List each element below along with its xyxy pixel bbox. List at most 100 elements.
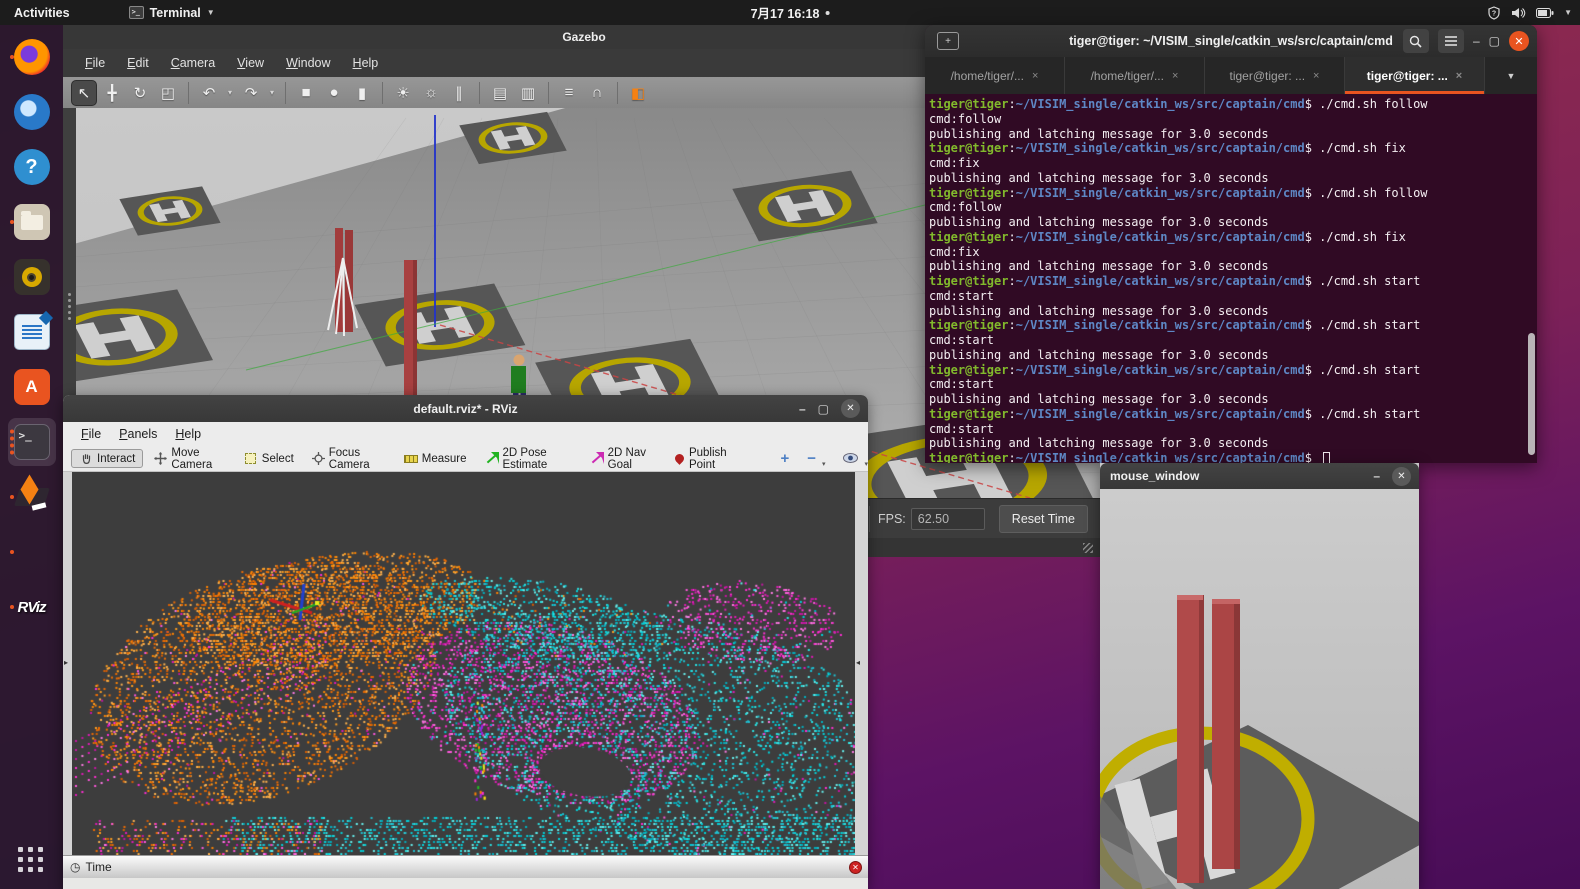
activities-button[interactable]: Activities — [0, 0, 84, 25]
dock-item-thunderbird[interactable] — [8, 88, 56, 136]
rviz-left-panel-collapse[interactable]: ▸ — [63, 472, 72, 855]
close-button[interactable]: ✕ — [841, 399, 860, 418]
reset-time-button[interactable]: Reset Time — [999, 505, 1088, 533]
terminal-cursor — [1323, 452, 1330, 463]
terminal-line: publishing and latching message for 3.0 … — [929, 215, 1537, 230]
tool-focus-camera[interactable]: Focus Camera — [305, 445, 393, 473]
terminal-tab-2[interactable]: /home/tiger/...× — [1065, 57, 1205, 94]
minimize-button[interactable]: – — [1473, 35, 1480, 47]
rviz-3d-viewport[interactable] — [72, 472, 855, 855]
camera-view-icon[interactable] — [843, 450, 858, 467]
clock[interactable]: 7月17 16:18 — [751, 3, 830, 22]
rhythmbox-icon — [14, 259, 50, 295]
tool-2d-nav-goal[interactable]: 2D Nav Goal — [583, 445, 663, 473]
close-button[interactable]: ✕ — [1392, 467, 1411, 486]
terminal-line: publishing and latching message for 3.0 … — [929, 348, 1537, 363]
fps-field[interactable]: 62.50 — [911, 508, 985, 530]
dock-item-ubuntu-software[interactable]: A — [8, 363, 56, 411]
cursor-tool-icon[interactable]: ↖ — [71, 80, 97, 106]
directional-tool-icon[interactable]: ∥ — [446, 80, 472, 106]
tool-label: Focus Camera — [329, 447, 386, 471]
rviz-time-panel-header[interactable]: ◷ Time ✕ — [63, 855, 868, 878]
tab-list-dropdown[interactable]: ▼ — [1485, 57, 1537, 94]
terminal-tab-4[interactable]: tiger@tiger: ...× — [1345, 57, 1485, 94]
menu-button[interactable] — [1438, 29, 1464, 53]
copy-tool-icon[interactable]: ▤ — [487, 80, 513, 106]
thunderbird-icon — [14, 94, 50, 130]
tool-move-camera[interactable]: Move Camera — [147, 445, 232, 473]
dock-item-rviz[interactable]: RViz — [8, 583, 56, 631]
dock-item-unknown-app[interactable] — [8, 528, 56, 576]
dock-item-libreoffice-writer[interactable] — [8, 308, 56, 356]
mouse-window-title: mouse_window — [1110, 469, 1199, 483]
rviz-titlebar[interactable]: default.rviz* - RViz – ▢ ✕ — [63, 395, 868, 422]
magnet-tool-icon[interactable]: ∩ — [584, 80, 610, 106]
paste-tool-icon[interactable]: ▥ — [515, 80, 541, 106]
gazebo-menu-help[interactable]: Help — [343, 52, 389, 74]
minimize-button[interactable]: – — [799, 403, 806, 415]
sun-tool-icon[interactable]: ☀ — [390, 80, 416, 106]
rviz-menu-help[interactable]: Help — [167, 424, 209, 444]
dock-item-gazebo[interactable] — [8, 473, 56, 521]
rviz-right-panel-collapse[interactable]: ◂ — [855, 472, 868, 855]
zoom-out-icon[interactable]: − — [807, 450, 816, 467]
mouse-window-viewport[interactable] — [1100, 489, 1419, 889]
zoom-in-icon[interactable]: + — [780, 450, 789, 467]
rviz-menu-file[interactable]: File — [73, 424, 109, 444]
tool-2d-pose-estimate[interactable]: 2D Pose Estimate — [478, 445, 579, 473]
terminal-titlebar[interactable]: + tiger@tiger: ~/VISIM_single/catkin_ws/… — [925, 25, 1537, 57]
nav-arrow-icon — [590, 452, 604, 465]
terminal-content[interactable]: tiger@tiger:~/VISIM_single/catkin_ws/src… — [925, 94, 1537, 463]
tab-label: tiger@tiger: ... — [1230, 69, 1306, 83]
terminal-tab-1[interactable]: /home/tiger/...× — [925, 57, 1065, 94]
terminal-line: tiger@tiger:~/VISIM_single/catkin_ws/src… — [929, 451, 1537, 463]
cylinder-tool-icon[interactable]: ▮ — [349, 80, 375, 106]
tool-select[interactable]: Select — [237, 450, 301, 467]
scrollbar-thumb[interactable] — [1528, 333, 1535, 455]
tool-interact[interactable]: Interact — [71, 449, 143, 468]
tab-close-icon[interactable]: × — [1313, 70, 1319, 82]
app-menu[interactable]: >_ Terminal ▼ — [129, 6, 215, 20]
minimize-button[interactable]: – — [1373, 470, 1380, 482]
tool-publish-point[interactable]: Publish Point — [667, 445, 748, 473]
tab-close-icon[interactable]: × — [1172, 70, 1178, 82]
dock-item-rhythmbox[interactable] — [8, 253, 56, 301]
gazebo-menu-camera[interactable]: Camera — [161, 52, 225, 74]
dock-item-firefox[interactable] — [8, 33, 56, 81]
resize-grip[interactable] — [1083, 543, 1093, 553]
tab-close-icon[interactable]: × — [1032, 70, 1038, 82]
system-status-area[interactable]: ? ▼ — [1487, 6, 1572, 20]
gazebo-menu-file[interactable]: File — [75, 52, 115, 74]
rotate-tool-icon[interactable]: ↻ — [127, 80, 153, 106]
drop-tool-icon[interactable]: ▾ — [266, 80, 278, 106]
undo-tool-icon[interactable]: ↶ — [196, 80, 222, 106]
show-applications-button[interactable] — [14, 843, 50, 879]
move-tool-icon[interactable]: ╋ — [99, 80, 125, 106]
new-tab-button[interactable]: + — [937, 32, 959, 50]
maximize-button[interactable]: ▢ — [818, 403, 829, 415]
rviz-menu-panels[interactable]: Panels — [111, 424, 165, 444]
dock-item-terminal[interactable]: >_ — [8, 418, 56, 466]
dock-item-files[interactable] — [8, 198, 56, 246]
viewcube-tool-icon[interactable]: ◧ — [625, 80, 651, 106]
scale-tool-icon[interactable]: ◰ — [155, 80, 181, 106]
tool-measure[interactable]: Measure — [397, 450, 474, 467]
drop-tool-icon[interactable]: ▾ — [224, 80, 236, 106]
box-tool-icon[interactable]: ■ — [293, 80, 319, 106]
maximize-button[interactable]: ▢ — [1489, 35, 1500, 47]
dock-item-help[interactable]: ? — [8, 143, 56, 191]
spot-tool-icon[interactable]: ☼ — [418, 80, 444, 106]
align-tool-icon[interactable]: ≡ — [556, 80, 582, 106]
time-panel-close-icon[interactable]: ✕ — [849, 861, 862, 874]
close-button[interactable]: ✕ — [1509, 31, 1529, 51]
search-button[interactable] — [1403, 29, 1429, 53]
gazebo-menu-view[interactable]: View — [227, 52, 274, 74]
sphere-tool-icon[interactable]: ● — [321, 80, 347, 106]
gazebo-menu-window[interactable]: Window — [276, 52, 340, 74]
tab-close-icon[interactable]: × — [1456, 70, 1462, 82]
terminal-tab-3[interactable]: tiger@tiger: ... × — [1205, 57, 1345, 94]
gazebo-menu-edit[interactable]: Edit — [117, 52, 159, 74]
mouse-window-titlebar[interactable]: mouse_window – ✕ — [1100, 463, 1419, 489]
terminal-app-icon: >_ — [129, 6, 144, 19]
redo-tool-icon[interactable]: ↷ — [238, 80, 264, 106]
